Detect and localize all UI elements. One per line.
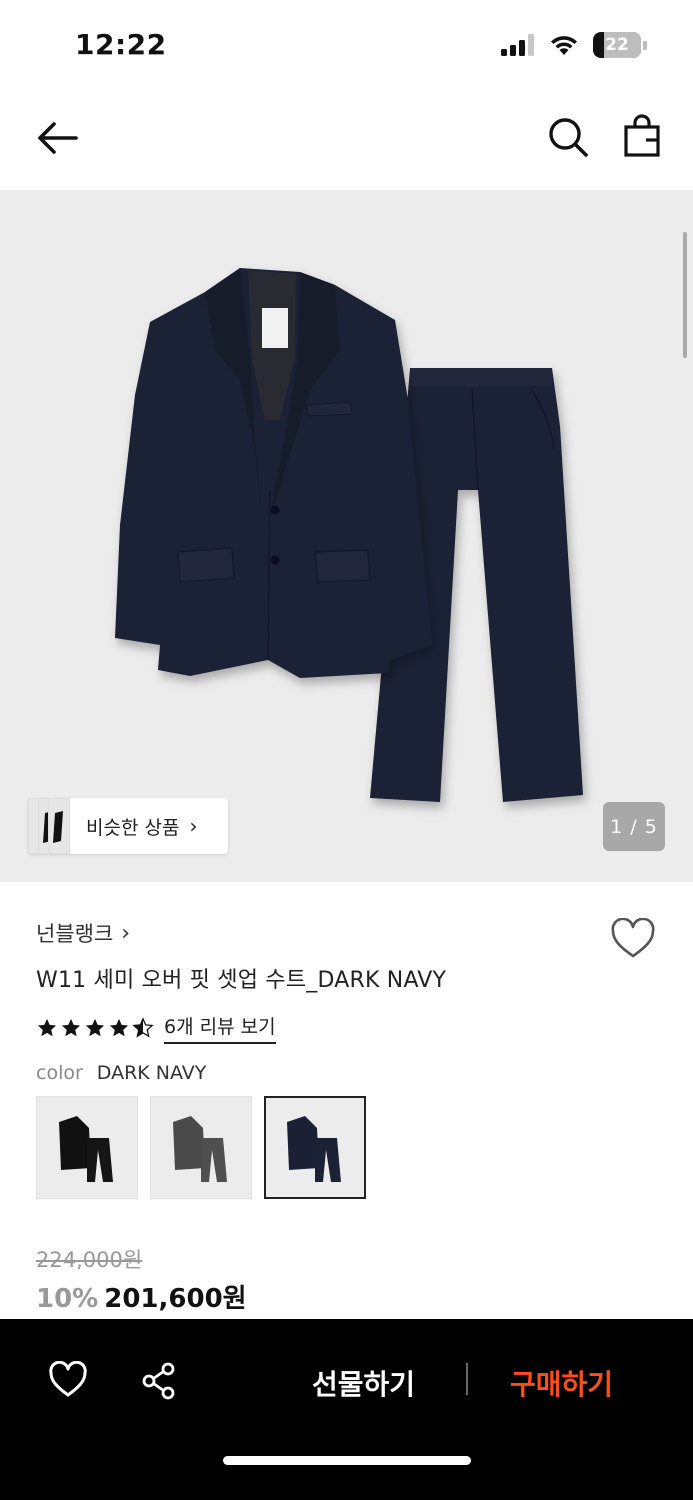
star-icon: [109, 1018, 129, 1037]
similar-products-label: 비슷한 상품: [86, 816, 180, 839]
search-icon: [549, 118, 588, 157]
shopping-bag-icon: [624, 114, 660, 157]
share-button[interactable]: [140, 1361, 178, 1401]
star-icon: [85, 1018, 105, 1037]
divider: [466, 1363, 468, 1395]
chevron-right-icon: ›: [121, 920, 131, 946]
star-rating: [36, 1017, 154, 1039]
page-indicator: 1 / 5: [603, 802, 665, 851]
back-arrow-icon: [38, 122, 78, 154]
chevron-right-icon: ›: [189, 814, 198, 838]
rating-row: 6개 리뷰 보기: [36, 1012, 276, 1044]
similar-thumbnails: [28, 798, 94, 854]
status-time: 12:22: [75, 28, 167, 61]
battery-percent: 22: [605, 35, 629, 55]
price-row: 10% 201,600원: [36, 1278, 247, 1315]
brand-name: 넌블랭크: [36, 922, 114, 946]
heart-icon: [611, 917, 655, 958]
search-button[interactable]: [545, 114, 591, 160]
star-icon: [37, 1018, 57, 1037]
gift-button[interactable]: 선물하기: [312, 1363, 415, 1403]
discount-rate: 10%: [36, 1284, 99, 1314]
wifi-icon: [551, 36, 577, 55]
product-image-gallery[interactable]: 비슷한 상품 › 1 / 5: [0, 190, 693, 882]
status-icons: 22: [501, 32, 647, 58]
gallery-scrollbar[interactable]: [683, 232, 687, 358]
suit-illustration: [115, 268, 583, 802]
heart-icon: [49, 1360, 87, 1397]
cellular-signal-icon: [501, 34, 534, 56]
color-value: DARK NAVY: [96, 1062, 207, 1084]
bottom-action-bar: 선물하기 구매하기: [0, 1319, 693, 1500]
color-swatches: [36, 1096, 366, 1199]
sale-price: 201,600원: [104, 1284, 247, 1314]
home-indicator[interactable]: [223, 1456, 471, 1465]
shopping-bag-button[interactable]: [620, 114, 664, 160]
swatch-black[interactable]: [36, 1096, 138, 1199]
original-price: 224,000원: [36, 1248, 143, 1272]
similar-thumb: [48, 798, 70, 854]
share-icon: [142, 1362, 175, 1400]
battery-icon: 22: [593, 32, 641, 58]
review-link[interactable]: 6개 리뷰 보기: [164, 1012, 276, 1044]
bottom-wishlist-button[interactable]: [48, 1360, 88, 1399]
brand-link[interactable]: 넌블랭크 ›: [36, 918, 130, 948]
wishlist-button[interactable]: [610, 917, 656, 960]
color-row: color DARK NAVY: [36, 1062, 206, 1084]
swatch-charcoal[interactable]: [150, 1096, 252, 1199]
top-nav: [0, 96, 693, 182]
status-bar: 12:22 22: [0, 0, 693, 90]
product-name: W11 세미 오버 핏 셋업 수트_DARK NAVY: [36, 968, 447, 993]
buy-button[interactable]: 구매하기: [510, 1363, 613, 1403]
similar-products-button[interactable]: 비슷한 상품 ›: [28, 798, 228, 854]
star-icon: [61, 1018, 81, 1037]
swatch-dark-navy[interactable]: [264, 1096, 366, 1199]
back-button[interactable]: [32, 116, 82, 160]
color-label: color: [36, 1062, 83, 1084]
star-half-icon: [132, 1017, 154, 1038]
